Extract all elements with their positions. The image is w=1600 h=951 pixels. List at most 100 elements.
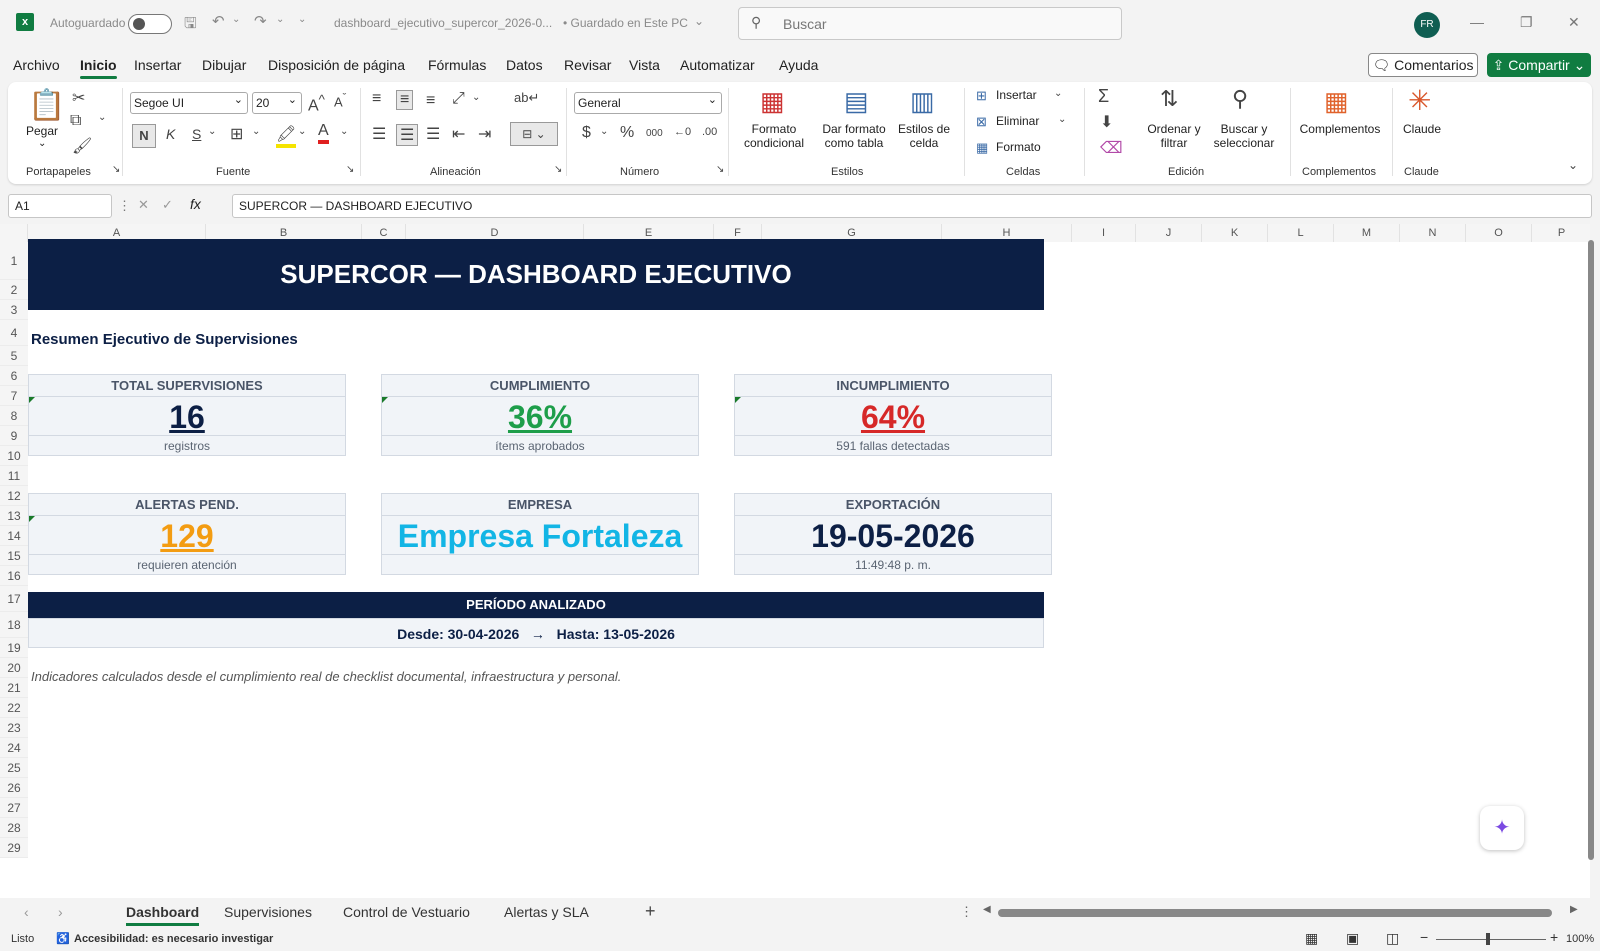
format-table-icon[interactable]: ▤ xyxy=(844,86,869,117)
row-header[interactable]: 4 xyxy=(0,320,28,346)
row-header[interactable]: 6 xyxy=(0,366,28,386)
row-header[interactable]: 17 xyxy=(0,586,28,612)
page-layout-icon[interactable]: ▣ xyxy=(1346,930,1359,947)
tab-disposicion[interactable]: Disposición de página xyxy=(268,57,405,73)
kpi-card-incumplimiento[interactable]: INCUMPLIMIENTO 64% 591 fallas detectadas xyxy=(734,374,1052,456)
zoom-slider[interactable] xyxy=(1436,939,1546,940)
minimize-icon[interactable]: — xyxy=(1470,14,1484,30)
italic-button[interactable]: K xyxy=(166,126,175,142)
column-header-i[interactable]: I xyxy=(1072,224,1136,242)
column-header-k[interactable]: K xyxy=(1202,224,1268,242)
tab-formulas[interactable]: Fórmulas xyxy=(428,57,486,73)
row-header[interactable]: 5 xyxy=(0,346,28,366)
column-header-p[interactable]: P xyxy=(1532,224,1590,242)
thousands-icon[interactable]: 000 xyxy=(646,128,663,139)
clipboard-launcher-icon[interactable]: ↘ xyxy=(112,164,120,175)
autosave-toggle[interactable] xyxy=(128,14,172,34)
period-range[interactable]: Desde: 30-04-2026 → Hasta: 13-05-2026 xyxy=(28,618,1044,648)
sort-filter-button[interactable]: Ordenar y filtrar xyxy=(1144,122,1204,150)
cut-icon[interactable]: ✂ xyxy=(72,88,85,108)
column-header-j[interactable]: J xyxy=(1136,224,1202,242)
addins-icon[interactable]: ▦ xyxy=(1324,86,1349,117)
redo-icon[interactable]: ↷ xyxy=(254,12,267,30)
row-header[interactable]: 3 xyxy=(0,300,28,320)
cell-styles-icon[interactable]: ▥ xyxy=(910,86,935,117)
insert-cells-button[interactable]: Insertar xyxy=(996,88,1037,102)
delete-cells-button[interactable]: Eliminar xyxy=(996,114,1039,128)
increase-font-icon[interactable]: A^ xyxy=(308,92,325,115)
format-cells-icon[interactable]: ▦ xyxy=(976,140,988,156)
decrease-font-icon[interactable]: Aˇ xyxy=(334,92,346,109)
select-all-corner[interactable] xyxy=(0,224,28,242)
conditional-format-button[interactable]: Formato condicional xyxy=(734,122,814,150)
worksheet[interactable]: ABCDEFGHIJKLMNOP 1 2 3 4 5 6 7 8 9 10 11 12 13 14 15 16… xyxy=(0,224,1590,898)
kpi-card-exportacion[interactable]: EXPORTACIÓN 19-05-2026 11:49:48 p. m. xyxy=(734,493,1052,575)
save-status[interactable]: • Guardado en Este PC xyxy=(563,16,688,30)
cell-styles-button[interactable]: Estilos de celda xyxy=(894,122,954,150)
copilot-icon[interactable]: ✦ xyxy=(1480,806,1524,850)
align-right-icon[interactable]: ☰ xyxy=(426,124,440,144)
increase-indent-icon[interactable]: ⇥ xyxy=(478,124,491,144)
row-header[interactable]: 15 xyxy=(0,546,28,566)
normal-view-icon[interactable]: ▦ xyxy=(1305,930,1318,947)
row-header[interactable]: 29 xyxy=(0,838,28,858)
row-header[interactable]: 12 xyxy=(0,486,28,506)
share-button[interactable]: ⇪ Compartir ⌄ xyxy=(1487,53,1591,77)
format-painter-icon[interactable]: 🖌 xyxy=(72,136,92,156)
zoom-in-icon[interactable]: + xyxy=(1550,929,1558,945)
paste-dropdown-icon[interactable]: ⌄ xyxy=(38,138,46,149)
fx-icon[interactable]: fx xyxy=(190,196,201,212)
sheet-tab-dashboard[interactable]: Dashboard xyxy=(126,904,200,926)
restore-icon[interactable]: ❐ xyxy=(1520,14,1533,31)
avatar[interactable]: FR xyxy=(1414,12,1440,38)
fill-down-icon[interactable]: ⬇ xyxy=(1100,112,1113,132)
row-header[interactable]: 11 xyxy=(0,466,28,486)
align-middle-icon[interactable]: ≡ xyxy=(396,90,414,110)
find-select-button[interactable]: Buscar y seleccionar xyxy=(1208,122,1280,150)
ribbon-collapse-icon[interactable]: ⌄ xyxy=(1568,158,1578,172)
sheet-tab-alertas[interactable]: Alertas y SLA xyxy=(504,904,589,920)
tab-archivo[interactable]: Archivo xyxy=(13,57,60,73)
tab-inicio[interactable]: Inicio xyxy=(80,57,117,79)
autosum-icon[interactable]: Σ xyxy=(1098,86,1109,107)
search-box[interactable]: ⚲ Buscar xyxy=(738,7,1122,40)
align-top-icon[interactable]: ≡ xyxy=(372,90,381,108)
scroll-left-icon[interactable]: ◀ xyxy=(983,904,991,915)
tab-vista[interactable]: Vista xyxy=(629,57,660,73)
copy-dropdown-icon[interactable]: ⌄ xyxy=(98,112,106,123)
bold-button[interactable]: N xyxy=(132,124,156,148)
row-header[interactable]: 9 xyxy=(0,426,28,446)
next-sheet-icon[interactable]: › xyxy=(58,904,63,920)
row-header[interactable]: 13 xyxy=(0,506,28,526)
font-name-combo[interactable]: Segoe UI xyxy=(130,90,248,114)
kpi-card-alertas[interactable]: ALERTAS PEND. 129 requieren atención xyxy=(28,493,346,575)
orientation-icon[interactable]: ⤢ xyxy=(452,90,465,108)
accessibility-status[interactable]: Accesibilidad: es necesario investigar xyxy=(74,933,273,945)
fill-color-icon[interactable]: 🖍 xyxy=(276,124,297,148)
prev-sheet-icon[interactable]: ‹ xyxy=(24,904,29,920)
alignment-launcher-icon[interactable]: ↘ xyxy=(554,164,562,175)
enter-icon[interactable]: ✓ xyxy=(162,197,173,213)
claude-button[interactable]: Claude xyxy=(1400,122,1444,136)
footnote[interactable]: Indicadores calculados desde el cumplimi… xyxy=(31,669,621,684)
column-header-n[interactable]: N xyxy=(1400,224,1466,242)
row-header[interactable]: 23 xyxy=(0,718,28,738)
currency-dropdown-icon[interactable]: ⌄ xyxy=(600,126,608,137)
insert-dropdown-icon[interactable]: ⌄ xyxy=(1054,88,1062,99)
percent-icon[interactable]: % xyxy=(620,124,634,142)
row-header[interactable]: 21 xyxy=(0,678,28,698)
row-header[interactable]: 18 xyxy=(0,612,28,638)
save-status-chevron-icon[interactable]: ⌄ xyxy=(694,14,704,28)
decrease-indent-icon[interactable]: ⇤ xyxy=(452,124,465,144)
align-bottom-icon[interactable]: ≡ xyxy=(426,92,435,110)
column-header-o[interactable]: O xyxy=(1466,224,1532,242)
tab-ayuda[interactable]: Ayuda xyxy=(779,57,818,73)
row-header[interactable]: 24 xyxy=(0,738,28,758)
dashboard-subtitle[interactable]: Resumen Ejecutivo de Supervisiones xyxy=(31,331,298,348)
more-icon[interactable]: ⋮ xyxy=(118,198,131,214)
number-format-combo[interactable]: General xyxy=(574,90,722,114)
sort-filter-icon[interactable]: ⇅ xyxy=(1160,86,1178,112)
delete-cells-icon[interactable]: ⊠ xyxy=(976,114,987,130)
row-header[interactable]: 7 xyxy=(0,386,28,406)
insert-cells-icon[interactable]: ⊞ xyxy=(976,88,987,104)
